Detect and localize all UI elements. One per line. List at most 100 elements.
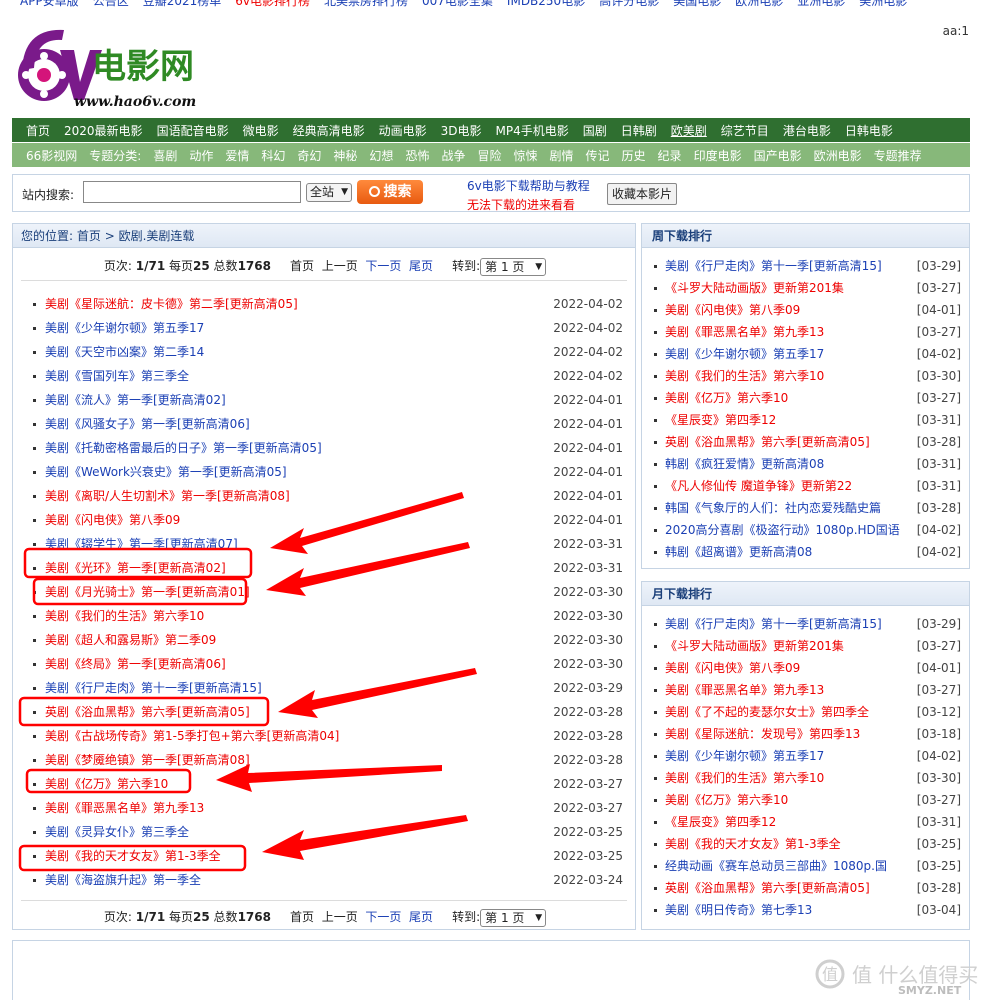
top-nav-item[interactable]: 007电影全集 [422,0,493,8]
favorite-button[interactable]: 收藏本影片 [607,183,678,205]
ranking-item-title[interactable]: 美剧《亿万》第六季10 [665,789,788,811]
ranking-item-title[interactable]: 美剧《行尸走肉》第十一季[更新高清15] [665,613,882,635]
category-nav-item[interactable]: 纪录 [658,147,682,164]
ranking-item-title[interactable]: 美剧《行尸走肉》第十一季[更新高清15] [665,255,882,277]
category-nav-item[interactable]: 剧情 [550,147,574,164]
list-item-title[interactable]: 美剧《古战场传奇》第1-5季打包+第六季[更新高清04] [45,724,339,748]
ranking-item-title[interactable]: 美剧《星际迷航：发现号》第四季13 [665,723,860,745]
category-nav-item[interactable]: 爱情 [225,147,249,164]
list-item-title[interactable]: 美剧《终局》第一季[更新高清06] [45,652,226,676]
ranking-item-title[interactable]: 韩国《气象厅的人们：社内恋爱残酷史篇 [665,497,881,519]
nav-item[interactable]: 首页 [26,122,50,139]
download-help-link[interactable]: 6v电影下载帮助与教程 [467,177,590,194]
list-item-title[interactable]: 美剧《托勒密格雷最后的日子》第一季[更新高清05] [45,436,322,460]
nav-item[interactable]: 欧美剧 [671,122,707,139]
category-nav-item[interactable]: 印度电影 [694,147,742,164]
category-nav-item[interactable]: 欧洲电影 [814,147,862,164]
nav-item[interactable]: 3D电影 [441,122,482,139]
list-item-title[interactable]: 美剧《离职/人生切割术》第一季[更新高清08] [45,484,290,508]
download-trouble-link[interactable]: 无法下载的进来看看 [467,196,575,213]
ranking-item-title[interactable]: 韩剧《疯狂爱情》更新高清08 [665,453,824,475]
ranking-item-title[interactable]: 英剧《浴血黑帮》第六季[更新高清05] [665,431,870,453]
category-nav-item[interactable]: 传记 [586,147,610,164]
search-scope-select[interactable]: 全站 ▼ [306,183,352,202]
breadcrumb-home[interactable]: 首页 [77,229,101,243]
nav-item[interactable]: 动画电影 [379,122,427,139]
list-item-title[interactable]: 美剧《海盗旗升起》第一季全 [45,868,201,892]
nav-item[interactable]: 微电影 [243,122,279,139]
pager-last[interactable]: 尾页 [409,259,433,273]
pager-last[interactable]: 尾页 [409,910,433,924]
list-item-title[interactable]: 美剧《雪国列车》第三季全 [45,364,189,388]
nav-item[interactable]: 综艺节目 [721,122,769,139]
ranking-item-title[interactable]: 美剧《亿万》第六季10 [665,387,788,409]
nav-item[interactable]: MP4手机电影 [496,122,569,139]
pager-first[interactable]: 首页 [290,259,314,273]
nav-item[interactable]: 日韩电影 [845,122,893,139]
pager-prev[interactable]: 上一页 [322,910,358,924]
ranking-item-title[interactable]: 美剧《我们的生活》第六季10 [665,767,824,789]
top-nav-item[interactable]: 北美票房排行榜 [324,0,408,8]
top-nav-item[interactable]: 欧洲电影 [735,0,783,8]
category-nav-item[interactable]: 冒险 [477,147,501,164]
ranking-item-title[interactable]: 美剧《我的天才女友》第1-3季全 [665,833,841,855]
category-nav-site[interactable]: 66影视网 [26,147,77,164]
top-nav-item[interactable]: 美国电影 [673,0,721,8]
category-nav-item[interactable]: 神秘 [333,147,357,164]
list-item-title[interactable]: 美剧《罪恶黑名单》第九季13 [45,796,204,820]
top-nav-item[interactable]: 豆瓣2021榜单 [143,0,222,8]
pager-goto-select[interactable]: 第 1 页 ▼ [480,257,547,276]
ranking-item-title[interactable]: 美剧《少年谢尔顿》第五季17 [665,343,824,365]
nav-item[interactable]: 国语配音电影 [157,122,229,139]
ranking-item-title[interactable]: 《斗罗大陆动画版》更新第201集 [665,277,844,299]
ranking-item-title[interactable]: 《星辰变》第四季12 [665,811,776,833]
ranking-item-title[interactable]: 英剧《浴血黑帮》第六季[更新高清05] [665,877,870,899]
ranking-item-title[interactable]: 《凡人修仙传 魔道争锋》更新第22 [665,475,852,497]
top-nav-item[interactable]: APP安卓版 [20,0,79,8]
ranking-item-title[interactable]: 美剧《罪恶黑名单》第九季13 [665,321,824,343]
search-button[interactable]: 搜索 [357,180,423,204]
pager-prev[interactable]: 上一页 [322,259,358,273]
list-item-title[interactable]: 美剧《我的天才女友》第1-3季全 [45,844,221,868]
ranking-item-title[interactable]: 《星辰变》第四季12 [665,409,776,431]
pager-first[interactable]: 首页 [290,910,314,924]
search-input[interactable] [83,181,301,203]
list-item-title[interactable]: 美剧《我们的生活》第六季10 [45,604,204,628]
ranking-item-title[interactable]: 韩剧《超离谱》更新高清08 [665,541,812,563]
top-nav-item[interactable]: 亚洲电影 [797,0,845,8]
category-nav-item[interactable]: 国产电影 [754,147,802,164]
list-item-title[interactable]: 美剧《少年谢尔顿》第五季17 [45,316,204,340]
ranking-item-title[interactable]: 经典动画《赛车总动员三部曲》1080p.国 [665,855,887,877]
ranking-item-title[interactable]: 美剧《罪恶黑名单》第九季13 [665,679,824,701]
list-item-title[interactable]: 美剧《天空市凶案》第二季14 [45,340,204,364]
ranking-item-title[interactable]: 2020高分喜剧《极盗行动》1080p.HD国语 [665,519,900,541]
ranking-item-title[interactable]: 美剧《少年谢尔顿》第五季17 [665,745,824,767]
category-nav-item[interactable]: 科幻 [261,147,285,164]
pager-goto-select[interactable]: 第 1 页 ▼ [480,908,547,927]
pager-next[interactable]: 下一页 [365,259,401,273]
list-item-title[interactable]: 美剧《流人》第一季[更新高清02] [45,388,226,412]
nav-item[interactable]: 港台电影 [783,122,831,139]
ranking-item-title[interactable]: 美剧《闪电侠》第八季09 [665,299,800,321]
list-item-title[interactable]: 英剧《浴血黑帮》第六季[更新高清05] [45,700,250,724]
category-nav-item[interactable]: 历史 [622,147,646,164]
nav-item[interactable]: 经典高清电影 [293,122,365,139]
ranking-item-title[interactable]: 美剧《了不起的麦瑟尔女士》第四季全 [665,701,869,723]
top-nav-item[interactable]: 公告区 [93,0,129,8]
category-nav-item[interactable]: 幻想 [369,147,393,164]
category-nav-item[interactable]: 战争 [441,147,465,164]
list-item-title[interactable]: 美剧《月光骑士》第一季[更新高清01] [45,580,250,604]
category-nav-item[interactable]: 恐怖 [405,147,429,164]
ranking-item-title[interactable]: 《斗罗大陆动画版》更新第201集 [665,635,844,657]
breadcrumb-current[interactable]: 欧剧.美剧连载 [119,229,195,243]
ranking-item-title[interactable]: 美剧《我们的生活》第六季10 [665,365,824,387]
list-item-title[interactable]: 美剧《光环》第一季[更新高清02] [45,556,226,580]
top-nav-item[interactable]: 6v电影排行榜 [235,0,310,8]
list-item-title[interactable]: 美剧《行尸走肉》第十一季[更新高清15] [45,676,262,700]
top-nav-item[interactable]: IMDB250电影 [507,0,585,8]
list-item-title[interactable]: 美剧《超人和露易斯》第二季09 [45,628,216,652]
list-item-title[interactable]: 美剧《风骚女子》第一季[更新高清06] [45,412,250,436]
list-item-title[interactable]: 美剧《WeWork兴衰史》第一季[更新高清05] [45,460,287,484]
category-nav-item[interactable]: 喜剧 [153,147,177,164]
list-item-title[interactable]: 美剧《辍学生》第一季[更新高清07] [45,532,238,556]
